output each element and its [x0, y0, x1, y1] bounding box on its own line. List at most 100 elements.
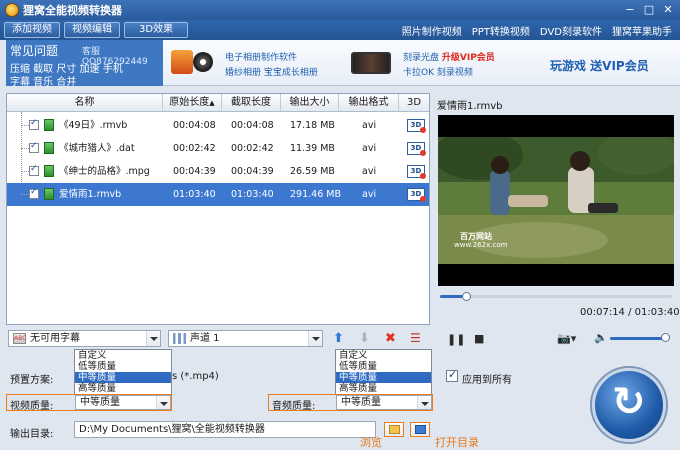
col-header-cut-length[interactable]: 截取长度 [222, 94, 281, 112]
option-high[interactable]: 高等质量 [75, 383, 171, 394]
col-header-name[interactable]: 名称 [7, 94, 163, 112]
audio-quality-label: 音频质量: [272, 401, 316, 412]
promo-burn-line1[interactable]: 刻录光盘 升级VIP会员 [403, 50, 495, 63]
seek-handle[interactable] [462, 292, 472, 301]
seek-track [440, 295, 672, 298]
orig-length: 00:04:08 [173, 120, 216, 131]
apply-all-checkbox[interactable] [446, 368, 458, 382]
table-row-selected[interactable]: 爱情雨1.rmvb 01:03:40 01:03:40 291.46 MB av… [7, 183, 429, 206]
video-quality-value: 中等质量 [80, 397, 120, 408]
3d-badge-icon[interactable]: 3D [407, 142, 426, 156]
audio-quality-options[interactable]: 自定义 低等质量 中等质量 高等质量 [335, 349, 432, 395]
app-title: 狸窝全能视频转换器 [23, 4, 122, 17]
row-checkbox[interactable] [29, 164, 39, 176]
file-name: 《49日》.rmvb [59, 120, 128, 131]
maximize-button[interactable]: □ [641, 3, 657, 17]
video-quality-options[interactable]: 自定义 低等质量 中等质量 高等质量 [74, 349, 172, 395]
seek-bar[interactable] [438, 291, 674, 301]
audio-track-select[interactable]: 声道 1 [168, 330, 323, 347]
table-row[interactable]: 《城市猎人》.dat 00:02:42 00:02:42 11.39 MB av… [7, 137, 429, 160]
faq-heading[interactable]: 常见问题 [10, 42, 58, 59]
audio-quality-select[interactable]: 中等质量 [336, 395, 432, 410]
open-dir-icon [415, 425, 426, 434]
link-photo-video[interactable]: 照片制作视频 [402, 23, 462, 38]
volume-handle[interactable] [661, 333, 670, 342]
table-row[interactable]: 《绅士的品格》.mpg 00:04:39 00:04:39 26.59 MB a… [7, 160, 429, 183]
preset-label: 预置方案: [10, 375, 54, 386]
option-medium-selected[interactable]: 中等质量 [75, 372, 171, 383]
3d-badge-icon[interactable]: 3D [407, 188, 426, 202]
promo-album-line1[interactable]: 电子相册制作软件 [225, 50, 297, 63]
delete-icon[interactable]: ✖ [385, 331, 396, 346]
3d-badge-icon[interactable]: 3D [407, 119, 426, 133]
promo-game-vip[interactable]: 玩游戏 送VIP会员 [550, 57, 649, 74]
video-file-icon [44, 188, 54, 200]
output-size: 26.59 MB [290, 166, 335, 177]
option-low[interactable]: 低等质量 [336, 361, 431, 372]
output-dir-field[interactable]: D:\My Documents\狸窝\全能视频转换器 [74, 421, 376, 438]
chevron-down-icon[interactable] [146, 331, 160, 346]
title-bar: 狸窝全能视频转换器 − □ ✕ [0, 0, 680, 20]
minimize-button[interactable]: − [622, 3, 638, 17]
window-controls: − □ ✕ [622, 3, 676, 17]
col-header-3d[interactable]: 3D [399, 94, 429, 112]
close-button[interactable]: ✕ [660, 3, 676, 17]
promo-burn-line2[interactable]: 卡拉OK 刻录视频 [403, 65, 473, 78]
option-low[interactable]: 低等质量 [75, 361, 171, 372]
promo-album-line2[interactable]: 婚纱相册 宝宝成长相册 [225, 65, 318, 78]
volume-slider[interactable] [610, 337, 666, 340]
file-name: 《绅士的品格》.mpg [59, 166, 150, 177]
file-name: 爱情雨1.rmvb [59, 189, 122, 200]
option-medium-selected[interactable]: 中等质量 [336, 372, 431, 383]
move-up-icon[interactable]: ⬆ [333, 331, 344, 346]
option-custom[interactable]: 自定义 [336, 350, 431, 361]
row-checkbox[interactable] [29, 118, 39, 130]
clear-list-icon[interactable]: ☰ [410, 331, 421, 345]
file-name: 《城市猎人》.dat [59, 143, 135, 154]
output-dir-value: D:\My Documents\狸窝\全能视频转换器 [79, 424, 265, 435]
row-checkbox[interactable] [29, 141, 39, 153]
volume-icon[interactable]: 🔈 [594, 331, 608, 344]
video-quality-select[interactable]: 中等质量 [75, 395, 171, 410]
option-high[interactable]: 高等质量 [336, 383, 431, 394]
edit-video-button[interactable]: 视频编辑 [64, 22, 120, 38]
subtitle-icon: ABC [13, 332, 27, 344]
col-header-orig-length[interactable]: 原始长度▲ [163, 94, 222, 112]
col-header-orig-label: 原始长度 [169, 97, 210, 108]
audio-track-icon [173, 332, 186, 344]
add-video-button[interactable]: 添加视频 [4, 22, 60, 38]
open-folder-button[interactable] [410, 422, 430, 437]
tree-branch [21, 194, 29, 195]
link-dvd-burn[interactable]: DVD刻录软件 [540, 23, 602, 38]
table-row[interactable]: 《49日》.rmvb 00:04:08 00:04:08 17.18 MB av… [7, 114, 429, 137]
chevron-down-icon[interactable] [308, 331, 322, 346]
stop-icon[interactable]: ■ [474, 332, 484, 345]
open-dir-annotation: 打开目录 [435, 436, 479, 449]
link-apple-helper[interactable]: 狸窝苹果助手 [612, 23, 672, 38]
browse-folder-button[interactable] [384, 422, 404, 437]
promo-upgrade-vip[interactable]: 升级VIP会员 [442, 53, 495, 63]
folder-icon [389, 425, 400, 434]
snapshot-camera-icon[interactable]: 📷▾ [557, 332, 576, 345]
output-size: 291.46 MB [290, 189, 341, 200]
link-ppt-video[interactable]: PPT转换视频 [472, 23, 530, 38]
playback-time: 00:07:14 / 01:03:40 [580, 307, 680, 318]
video-file-icon [44, 142, 54, 154]
chevron-down-icon[interactable] [156, 396, 170, 409]
preset-value[interactable]: s (*.mp4) [172, 371, 219, 382]
move-down-icon[interactable]: ⬇ [359, 331, 370, 346]
chevron-down-icon[interactable] [417, 396, 431, 409]
col-header-output-size[interactable]: 输出大小 [281, 94, 339, 112]
subtitle-select[interactable]: ABC 无可用字幕 [8, 330, 161, 347]
tree-branch [21, 148, 29, 149]
main-toolbar: 添加视频 视频编辑 3D效果 照片制作视频 PPT转换视频 DVD刻录软件 狸窝… [0, 20, 680, 40]
row-checkbox[interactable] [29, 187, 39, 199]
3d-badge-icon[interactable]: 3D [407, 165, 426, 179]
video-preview[interactable]: 百万网站 www.262x.com [433, 115, 678, 286]
col-header-output-format[interactable]: 输出格式 [339, 94, 399, 112]
3d-effect-button[interactable]: 3D效果 [124, 22, 189, 38]
pause-icon[interactable]: ❚❚ [447, 333, 465, 346]
option-custom[interactable]: 自定义 [75, 350, 171, 361]
video-watermark-url: www.262x.com [454, 241, 508, 249]
convert-button[interactable] [592, 368, 666, 442]
